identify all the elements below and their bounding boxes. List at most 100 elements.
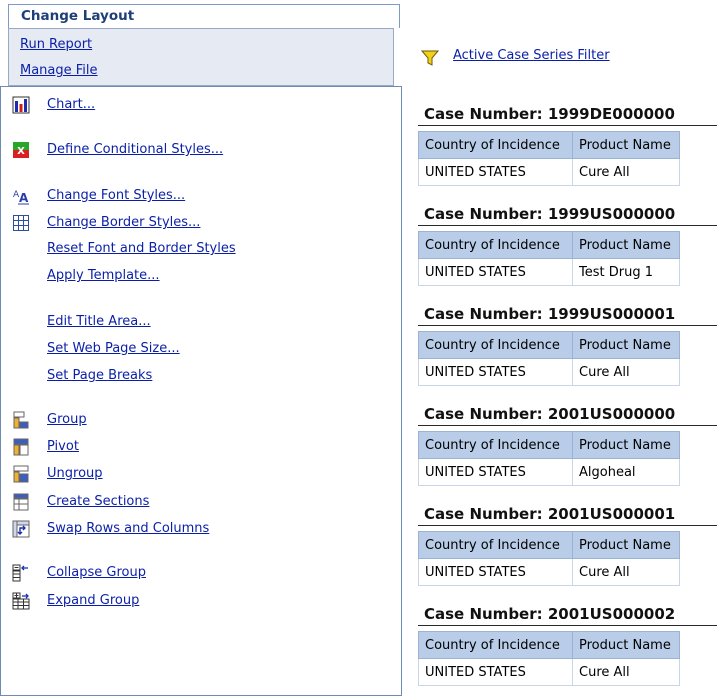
border-styles-link[interactable]: Change Border Styles...: [47, 215, 200, 230]
layout-menu: Chart... X Define Conditional Styles... …: [0, 86, 402, 696]
cell-product: Cure All: [572, 158, 680, 186]
column-header-product: Product Name: [572, 631, 680, 659]
collapse-group-icon: [12, 564, 28, 582]
cell-country: UNITED STATES: [418, 358, 573, 386]
menu-item-group[interactable]: Group: [1, 411, 401, 431]
case-table: Country of Incidence Product Name UNITED…: [418, 231, 680, 286]
create-sections-link[interactable]: Create Sections: [47, 494, 149, 509]
case-title: Case Number: 2001US000001: [418, 500, 717, 526]
case-table: Country of Incidence Product Name UNITED…: [418, 331, 680, 386]
cell-country: UNITED STATES: [418, 658, 573, 686]
case-title: Case Number: 2001US000000: [418, 400, 717, 426]
table-row: UNITED STATES Test Drug 1: [418, 258, 680, 286]
cell-country: UNITED STATES: [418, 458, 573, 486]
case-table: Country of Incidence Product Name UNITED…: [418, 631, 680, 686]
column-header-country: Country of Incidence: [418, 531, 573, 559]
menu-item-apply-template[interactable]: Apply Template...: [1, 267, 401, 287]
page-breaks-link[interactable]: Set Page Breaks: [47, 368, 152, 383]
table-row: UNITED STATES Cure All: [418, 158, 680, 186]
column-header-product: Product Name: [572, 531, 680, 559]
reset-styles-link[interactable]: Reset Font and Border Styles: [47, 241, 236, 256]
font-styles-link[interactable]: Change Font Styles...: [47, 188, 185, 203]
case-title: Case Number: 1999US000000: [418, 200, 717, 226]
menu-item-web-page-size[interactable]: Set Web Page Size...: [1, 340, 401, 360]
bar-chart-icon: [12, 96, 30, 114]
column-header-country: Country of Incidence: [418, 131, 573, 159]
case-table: Country of Incidence Product Name UNITED…: [418, 131, 680, 186]
run-report-link[interactable]: Run Report: [20, 37, 92, 52]
web-page-size-link[interactable]: Set Web Page Size...: [47, 341, 180, 356]
column-header-country: Country of Incidence: [418, 331, 573, 359]
menu-item-border-styles[interactable]: Change Border Styles...: [1, 214, 401, 234]
column-header-country: Country of Incidence: [418, 631, 573, 659]
column-header-product: Product Name: [572, 331, 680, 359]
case-table: Country of Incidence Product Name UNITED…: [418, 431, 680, 486]
column-header-product: Product Name: [572, 431, 680, 459]
pivot-link[interactable]: Pivot: [47, 439, 79, 454]
funnel-icon: [421, 50, 439, 66]
table-row: UNITED STATES Cure All: [418, 558, 680, 586]
case-title: Case Number: 1999US000001: [418, 300, 717, 326]
column-header-country: Country of Incidence: [418, 431, 573, 459]
chart-link[interactable]: Chart...: [47, 97, 95, 112]
menu-item-font-styles[interactable]: A A Change Font Styles...: [1, 187, 401, 207]
swap-icon: [12, 520, 30, 538]
conditional-styles-link[interactable]: Define Conditional Styles...: [47, 142, 223, 157]
menu-item-swap[interactable]: Swap Rows and Columns: [1, 520, 401, 540]
case-title: Case Number: 2001US000002: [418, 600, 717, 626]
manage-file-link[interactable]: Manage File: [20, 63, 98, 78]
case-title: Case Number: 1999DE000000: [418, 100, 717, 126]
table-row: UNITED STATES Algoheal: [418, 458, 680, 486]
font-style-icon: A A: [13, 190, 29, 205]
menu-item-reset-styles[interactable]: Reset Font and Border Styles: [1, 240, 401, 260]
expand-group-icon: [12, 592, 30, 610]
ungroup-link[interactable]: Ungroup: [47, 466, 103, 481]
group-link[interactable]: Group: [47, 412, 87, 427]
menu-item-ungroup[interactable]: Ungroup: [1, 465, 401, 485]
active-filter-link[interactable]: Active Case Series Filter: [453, 48, 610, 63]
column-header-country: Country of Incidence: [418, 231, 573, 259]
case-block: Case Number: 1999DE000000 Country of Inc…: [418, 100, 717, 186]
table-row: UNITED STATES Cure All: [418, 358, 680, 386]
cell-product: Test Drug 1: [572, 258, 680, 286]
pivot-icon: [13, 438, 29, 456]
cell-product: Cure All: [572, 658, 680, 686]
case-block: Case Number: 1999US000000 Country of Inc…: [418, 200, 717, 286]
cell-product: Cure All: [572, 358, 680, 386]
case-block: Case Number: 2001US000001 Country of Inc…: [418, 500, 717, 586]
layout-panel: Change Layout Run Report Manage File Cha…: [0, 0, 402, 696]
edit-title-link[interactable]: Edit Title Area...: [47, 314, 151, 329]
table-row: UNITED STATES Cure All: [418, 658, 680, 686]
cell-country: UNITED STATES: [418, 158, 573, 186]
cell-product: Cure All: [572, 558, 680, 586]
swap-rows-columns-link[interactable]: Swap Rows and Columns: [47, 521, 209, 536]
apply-template-link[interactable]: Apply Template...: [47, 268, 160, 283]
case-block: Case Number: 2001US000000 Country of Inc…: [418, 400, 717, 486]
menu-item-create-sections[interactable]: Create Sections: [1, 493, 401, 513]
column-header-product: Product Name: [572, 131, 680, 159]
sections-icon: [13, 493, 29, 511]
collapse-group-link[interactable]: Collapse Group: [47, 565, 146, 580]
menu-item-expand-group[interactable]: Expand Group: [1, 592, 401, 612]
case-block: Case Number: 1999US000001 Country of Inc…: [418, 300, 717, 386]
cell-product: Algoheal: [572, 458, 680, 486]
group-icon: [13, 411, 29, 429]
svg-text:A: A: [19, 191, 29, 205]
case-table: Country of Incidence Product Name UNITED…: [418, 531, 680, 586]
run-manage-box: Run Report Manage File: [8, 28, 394, 86]
menu-item-collapse-group[interactable]: Collapse Group: [1, 564, 401, 584]
menu-item-chart[interactable]: Chart...: [1, 96, 401, 116]
panel-header: Change Layout: [8, 4, 400, 28]
cell-country: UNITED STATES: [418, 558, 573, 586]
menu-item-edit-title[interactable]: Edit Title Area...: [1, 313, 401, 333]
menu-item-page-breaks[interactable]: Set Page Breaks: [1, 367, 401, 387]
menu-item-conditional-styles[interactable]: X Define Conditional Styles...: [1, 141, 401, 161]
conditional-style-icon: X: [13, 142, 29, 158]
expand-group-link[interactable]: Expand Group: [47, 593, 139, 608]
column-header-product: Product Name: [572, 231, 680, 259]
border-grid-icon: [13, 215, 29, 231]
cell-country: UNITED STATES: [418, 258, 573, 286]
menu-item-pivot[interactable]: Pivot: [1, 438, 401, 458]
svg-text:X: X: [17, 146, 25, 157]
ungroup-icon: [13, 465, 29, 483]
